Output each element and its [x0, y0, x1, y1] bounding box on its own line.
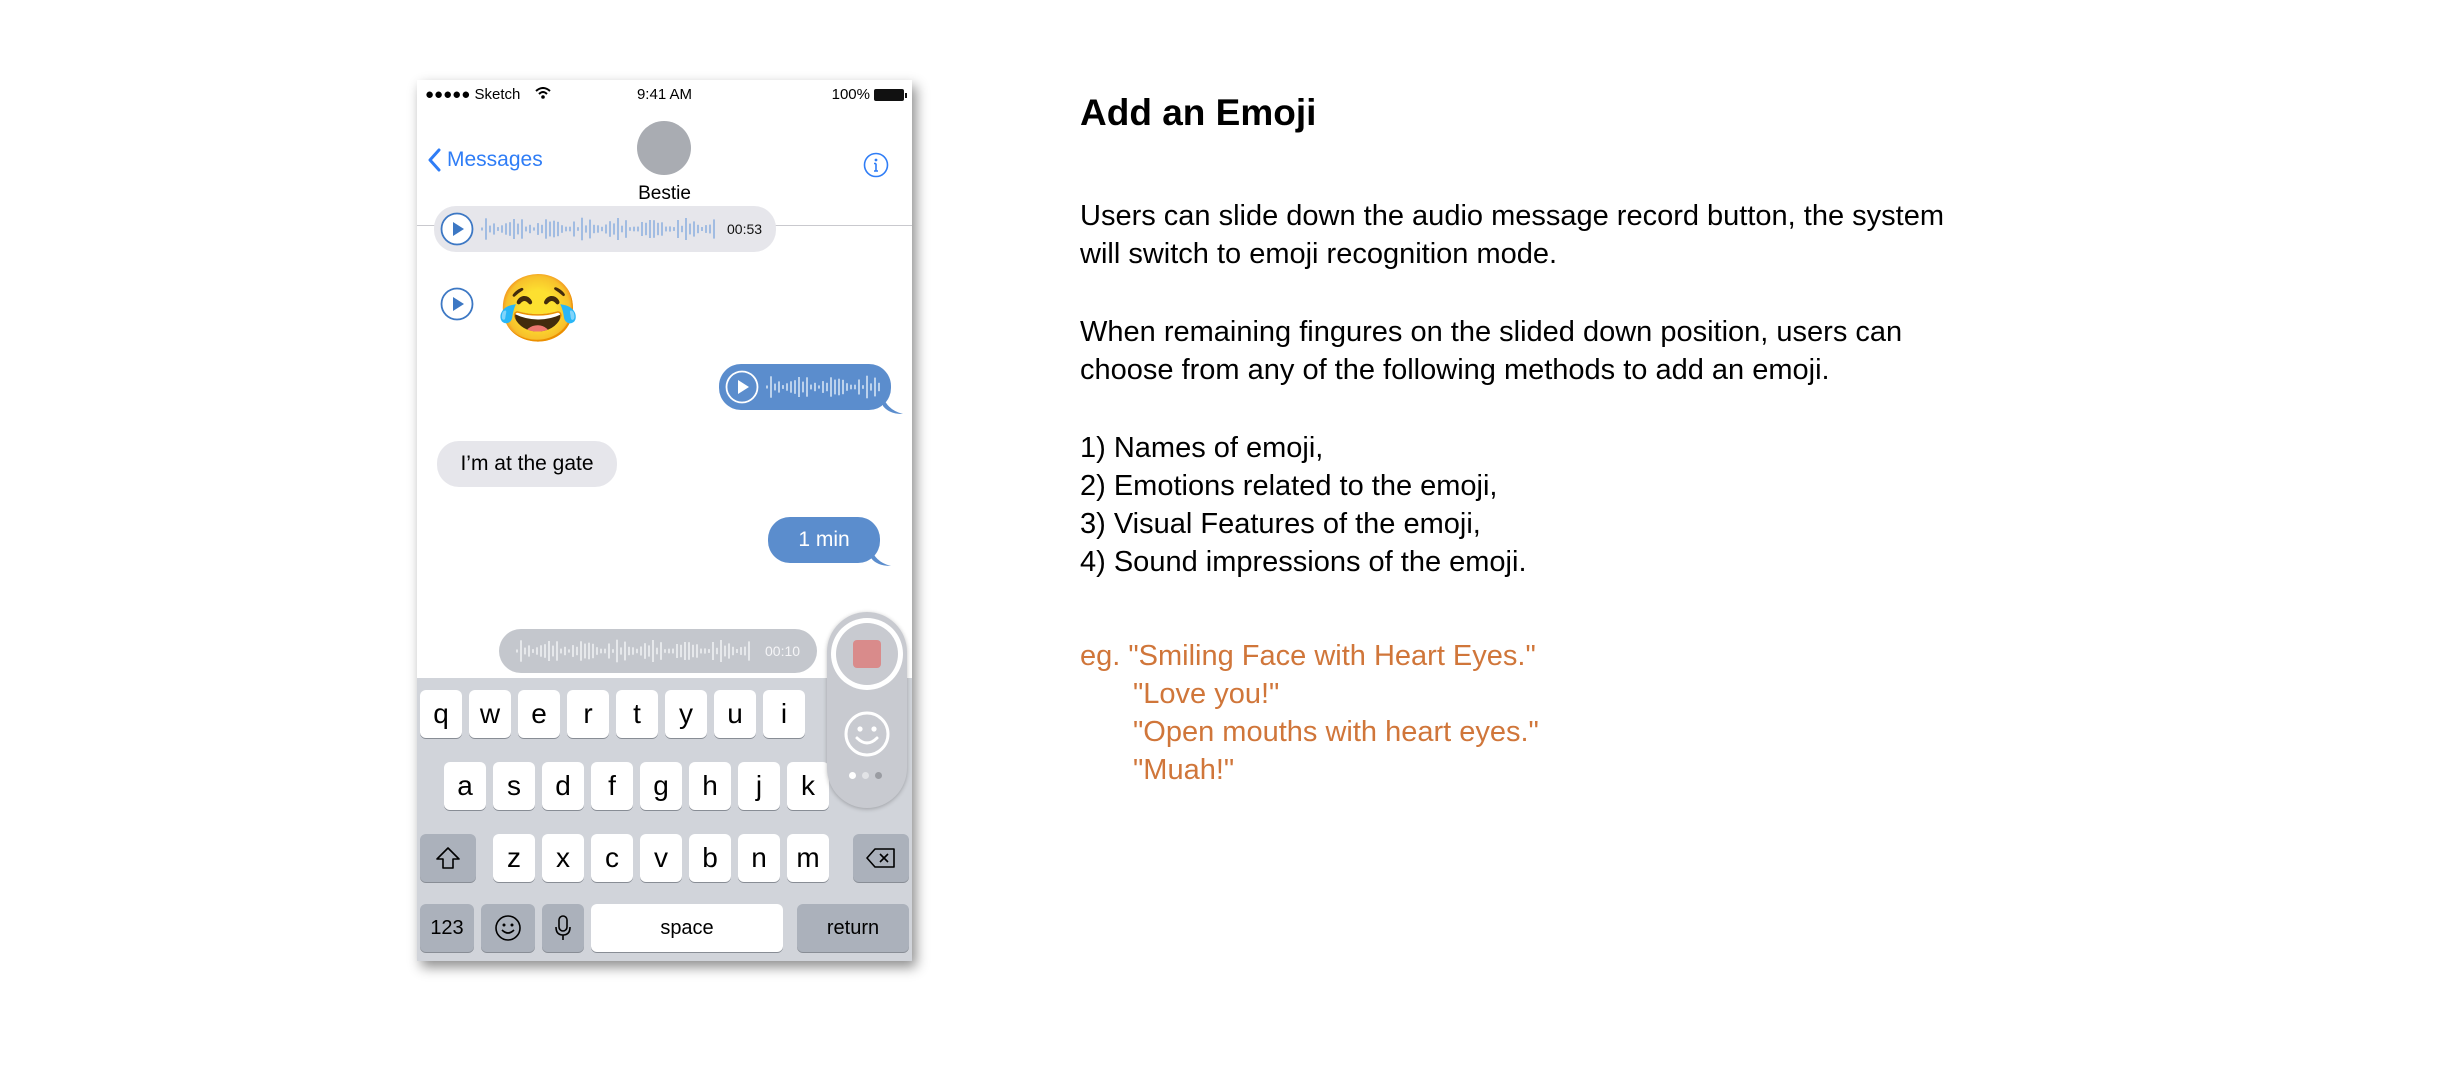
audio-duration: 00:53	[727, 221, 763, 237]
key-n[interactable]: n	[738, 834, 780, 882]
recording-duration: 00:10	[765, 643, 801, 659]
emoji-key[interactable]	[481, 904, 535, 952]
stop-icon	[853, 640, 881, 668]
emoji-message: 😂	[497, 271, 580, 345]
shift-icon	[436, 847, 460, 869]
bubble-tail	[871, 548, 891, 566]
methods-list: 1) Names of emoji, 2) Emotions related t…	[1080, 429, 2080, 581]
audio-message-incoming[interactable]: 00:53	[434, 206, 776, 252]
text-message-incoming[interactable]: I’m at the gate	[437, 441, 617, 487]
backspace-icon	[866, 848, 895, 868]
return-key[interactable]: return	[797, 904, 909, 952]
text-line: Users can slide down the audio message r…	[1080, 200, 1945, 232]
key-y[interactable]: y	[665, 690, 707, 738]
avatar[interactable]	[637, 121, 691, 175]
example-item: "Muah!"	[1133, 754, 1235, 786]
key-v[interactable]: v	[640, 834, 682, 882]
play-icon[interactable]	[440, 287, 474, 321]
smiley-icon	[495, 915, 521, 941]
key-r[interactable]: r	[567, 690, 609, 738]
back-button[interactable]: Messages	[427, 148, 543, 172]
list-item: 1) Names of emoji,	[1080, 432, 1324, 464]
examples-list: eg. "Smiling Face with Heart Eyes." "Lov…	[1080, 637, 2080, 789]
battery-label: 100%	[831, 86, 870, 103]
phone-screen: ●●●●● Sketch 9:41 AM 100% Messages Besti…	[417, 80, 912, 961]
waveform	[516, 639, 750, 663]
list-item: 4) Sound impressions of the emoji.	[1080, 546, 1527, 578]
play-icon[interactable]	[725, 370, 759, 404]
microphone-icon	[555, 915, 571, 940]
example-item: "Open mouths with heart eyes."	[1133, 716, 1539, 748]
space-key[interactable]: space	[591, 904, 783, 952]
chevron-left-icon	[428, 148, 441, 172]
contact-name: Bestie	[638, 183, 691, 204]
waveform	[766, 375, 880, 399]
page-title: Add an Emoji	[1080, 92, 1317, 133]
back-label: Messages	[447, 148, 543, 171]
key-g[interactable]: g	[640, 762, 682, 810]
key-u[interactable]: u	[714, 690, 756, 738]
waveform	[481, 217, 715, 241]
key-a[interactable]: a	[444, 762, 486, 810]
key-t[interactable]: t	[616, 690, 658, 738]
example-item: eg. "Smiling Face with Heart Eyes."	[1080, 640, 1536, 672]
key-i[interactable]: i	[763, 690, 805, 738]
text-line: When remaining fingures on the slided do…	[1080, 316, 1903, 348]
key-z[interactable]: z	[493, 834, 535, 882]
emoji-mode-icon[interactable]	[843, 710, 891, 758]
list-item: 2) Emotions related to the emoji,	[1080, 470, 1498, 502]
key-w[interactable]: w	[469, 690, 511, 738]
info-icon[interactable]	[863, 152, 889, 178]
dictation-key[interactable]	[542, 904, 584, 952]
key-d[interactable]: d	[542, 762, 584, 810]
play-icon[interactable]	[440, 212, 474, 246]
list-item: 3) Visual Features of the emoji,	[1080, 508, 1481, 540]
key-j[interactable]: j	[738, 762, 780, 810]
key-k[interactable]: k	[787, 762, 829, 810]
record-slider[interactable]	[827, 612, 907, 808]
key-b[interactable]: b	[689, 834, 731, 882]
recording-preview: 00:10	[499, 629, 817, 673]
shift-key[interactable]	[420, 834, 476, 882]
key-x[interactable]: x	[542, 834, 584, 882]
battery-icon	[874, 88, 907, 101]
audio-message-outgoing[interactable]	[719, 364, 891, 410]
key-s[interactable]: s	[493, 762, 535, 810]
page-indicator	[849, 772, 882, 779]
record-button[interactable]	[831, 618, 903, 690]
key-q[interactable]: q	[420, 690, 462, 738]
key-c[interactable]: c	[591, 834, 633, 882]
delete-key[interactable]	[853, 834, 909, 882]
status-bar: ●●●●● Sketch 9:41 AM 100%	[417, 80, 912, 110]
text-message-outgoing[interactable]: 1 min	[768, 517, 880, 563]
text-line: will switch to emoji recognition mode.	[1080, 238, 1558, 270]
key-h[interactable]: h	[689, 762, 731, 810]
key-m[interactable]: m	[787, 834, 829, 882]
instruction-paragraph: When remaining fingures on the slided do…	[1080, 313, 2080, 389]
bubble-tail	[883, 396, 903, 414]
key-e[interactable]: e	[518, 690, 560, 738]
description-paragraph: Users can slide down the audio message r…	[1080, 197, 2080, 273]
numbers-key[interactable]: 123	[420, 904, 474, 952]
text-line: choose from any of the following methods…	[1080, 354, 1830, 386]
key-f[interactable]: f	[591, 762, 633, 810]
example-item: "Love you!"	[1133, 678, 1280, 710]
